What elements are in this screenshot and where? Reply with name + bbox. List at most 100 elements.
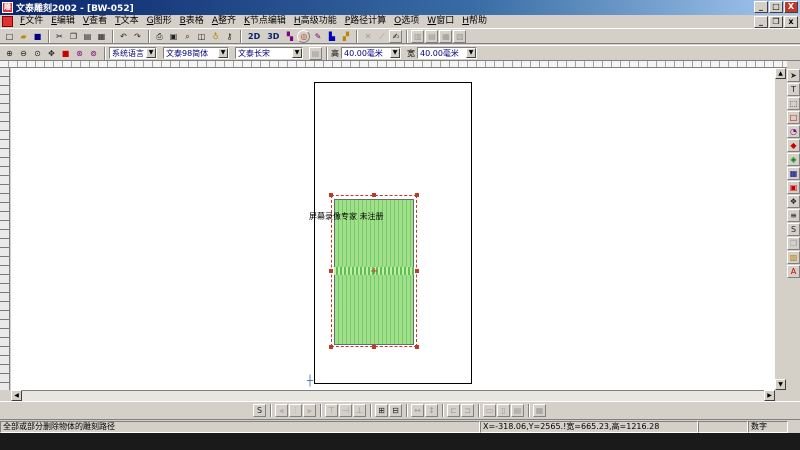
paste-icon[interactable]: ▤ bbox=[81, 30, 94, 43]
menu-help[interactable]: H帮助 bbox=[458, 15, 491, 28]
scroll-left-button[interactable]: ◀ bbox=[11, 390, 22, 401]
print-icon[interactable]: ▦ bbox=[95, 30, 108, 43]
selection-handle[interactable] bbox=[329, 345, 333, 349]
zoom-window-icon[interactable]: ◫ bbox=[195, 30, 208, 43]
line-icon[interactable]: ⟋ bbox=[375, 30, 388, 43]
menu-view[interactable]: V查看 bbox=[79, 15, 111, 28]
maximize-button[interactable]: □ bbox=[769, 1, 783, 13]
menu-window[interactable]: W窗口 bbox=[423, 15, 458, 28]
paint-tool-icon[interactable]: ❖ bbox=[787, 195, 800, 208]
print-preview-icon[interactable]: ⎙ bbox=[153, 30, 166, 43]
zoom-out-icon[interactable]: ⊖ bbox=[17, 47, 30, 60]
language-select[interactable]: 系统语言 ▼ bbox=[109, 47, 157, 59]
vertical-ruler[interactable] bbox=[0, 68, 10, 390]
scroll-right-button[interactable]: ▶ bbox=[764, 390, 775, 401]
ungroup-icon[interactable]: ⊟ bbox=[389, 403, 402, 417]
layout2-icon[interactable]: ▤ bbox=[425, 29, 439, 43]
pan-icon[interactable]: ✥ bbox=[45, 47, 58, 60]
text-tool-icon[interactable]: T bbox=[787, 83, 800, 96]
menu-table[interactable]: B表格 bbox=[176, 15, 208, 28]
palette-tool-icon[interactable]: ▣ bbox=[787, 181, 800, 194]
zoom-all-icon[interactable]: ⊚ bbox=[87, 47, 100, 60]
same-width-icon[interactable]: ↔ bbox=[411, 403, 424, 417]
selection-handle[interactable] bbox=[415, 345, 419, 349]
vertical-scrollbar[interactable]: ▲ ▼ bbox=[775, 68, 786, 390]
redo-icon[interactable]: ↷ bbox=[131, 30, 144, 43]
group-icon[interactable]: ⊞ bbox=[375, 403, 388, 417]
space-h-icon[interactable]: ▭ bbox=[483, 403, 496, 417]
doc-restore-button[interactable]: ❐ bbox=[769, 16, 783, 28]
node-icon[interactable]: ✕ bbox=[361, 30, 374, 43]
node-tool-icon[interactable]: ⬚ bbox=[787, 97, 800, 110]
distribute-h-icon[interactable]: ⊏ bbox=[447, 403, 460, 417]
rectangle-tool-icon[interactable]: □ bbox=[787, 111, 800, 124]
table-tool-icon[interactable]: ▦ bbox=[787, 167, 800, 180]
chevron-down-icon[interactable]: ▼ bbox=[218, 48, 228, 58]
font-set-select[interactable]: 文泰98简体 ▼ bbox=[163, 47, 229, 59]
zoom-in-icon[interactable]: ⊕ bbox=[3, 47, 16, 60]
menu-options[interactable]: O选项 bbox=[390, 15, 423, 28]
selection-handle[interactable] bbox=[415, 193, 419, 197]
ellipse-tool-icon[interactable]: ◔ bbox=[787, 125, 800, 138]
layout3-icon[interactable]: ▦ bbox=[439, 29, 453, 43]
find-icon[interactable]: ▣ bbox=[167, 30, 180, 43]
selection-handle[interactable] bbox=[372, 345, 376, 349]
chevron-down-icon[interactable]: ▼ bbox=[390, 48, 400, 58]
path-icon[interactable]: ◎ bbox=[297, 29, 311, 43]
list-tool-icon[interactable]: ≡ bbox=[787, 209, 800, 222]
selection-handle[interactable] bbox=[415, 269, 419, 273]
font-name-select[interactable]: 文泰长宋 ▼ bbox=[235, 47, 303, 59]
horizontal-scrollbar[interactable]: ◀ ▶ bbox=[11, 390, 775, 401]
close-button[interactable]: X bbox=[784, 1, 798, 13]
frame-tool-icon[interactable]: ▧ bbox=[787, 251, 800, 264]
copy-icon[interactable]: ❐ bbox=[67, 30, 80, 43]
color-tool-icon[interactable]: ◆ bbox=[787, 139, 800, 152]
3d-button[interactable]: 3D bbox=[264, 30, 282, 43]
carve-icon[interactable]: ▚ bbox=[283, 30, 296, 43]
menu-align[interactable]: A整齐 bbox=[208, 15, 240, 28]
menu-node-edit[interactable]: K节点编辑 bbox=[240, 15, 290, 28]
undo-icon[interactable]: ↶ bbox=[117, 30, 130, 43]
align-left-icon[interactable]: ⫷ bbox=[275, 403, 288, 417]
menu-path-calc[interactable]: P路径计算 bbox=[341, 15, 390, 28]
cut-icon[interactable]: ✂ bbox=[53, 30, 66, 43]
fill-tool-icon[interactable]: ◈ bbox=[787, 153, 800, 166]
path-tool-icon[interactable]: S bbox=[787, 223, 800, 236]
app-icon[interactable]: 雕 bbox=[2, 2, 13, 13]
menu-advanced[interactable]: H高级功能 bbox=[290, 15, 341, 28]
2d-button[interactable]: 2D bbox=[245, 30, 263, 43]
scroll-up-button[interactable]: ▲ bbox=[775, 68, 786, 79]
selection-handle[interactable] bbox=[329, 193, 333, 197]
zoom-page-icon[interactable]: ⌕ bbox=[181, 30, 194, 43]
zoom-fit-icon[interactable]: ⊛ bbox=[73, 47, 86, 60]
open-icon[interactable]: ▰ bbox=[17, 30, 30, 43]
minimize-button[interactable]: _ bbox=[754, 1, 768, 13]
menu-edit[interactable]: E编辑 bbox=[47, 15, 79, 28]
align-hcenter-icon[interactable]: ⫶ bbox=[289, 403, 302, 417]
selection-handle[interactable] bbox=[372, 193, 376, 197]
chevron-down-icon[interactable]: ▼ bbox=[292, 48, 302, 58]
key-icon[interactable]: ⚷ bbox=[223, 30, 236, 43]
menu-graphics[interactable]: G图形 bbox=[143, 15, 176, 28]
grid-align-icon[interactable]: ▦ bbox=[533, 403, 546, 417]
font-options-icon[interactable]: ▤ bbox=[309, 46, 322, 60]
grid-icon[interactable]: ▞ bbox=[339, 30, 352, 43]
fill-color-icon[interactable]: ■ bbox=[59, 47, 72, 60]
zoom-select-icon[interactable]: ⊙ bbox=[31, 47, 44, 60]
width-input[interactable]: 40.00毫米 ▼ bbox=[417, 47, 477, 59]
space-v-icon[interactable]: ▯ bbox=[497, 403, 510, 417]
doc-minimize-button[interactable]: _ bbox=[754, 16, 768, 28]
font-tool-icon[interactable]: A bbox=[787, 265, 800, 278]
distribute-v-icon[interactable]: ⊐ bbox=[461, 403, 474, 417]
chevron-down-icon[interactable]: ▼ bbox=[146, 48, 156, 58]
tool-icon[interactable]: ✎ bbox=[311, 30, 324, 43]
height-input[interactable]: 40.00毫米 ▼ bbox=[341, 47, 401, 59]
menu-text[interactable]: T文本 bbox=[111, 15, 143, 28]
layout4-icon[interactable]: ▧ bbox=[453, 29, 467, 43]
menu-file[interactable]: F文件 bbox=[16, 15, 47, 28]
select-tool-icon[interactable]: ➤ bbox=[787, 69, 800, 82]
align-vcenter-icon[interactable]: ⊣ bbox=[339, 403, 352, 417]
color-icon[interactable]: ▙ bbox=[325, 30, 338, 43]
doc-close-button[interactable]: x bbox=[784, 16, 798, 28]
selection-handle[interactable] bbox=[329, 269, 333, 273]
